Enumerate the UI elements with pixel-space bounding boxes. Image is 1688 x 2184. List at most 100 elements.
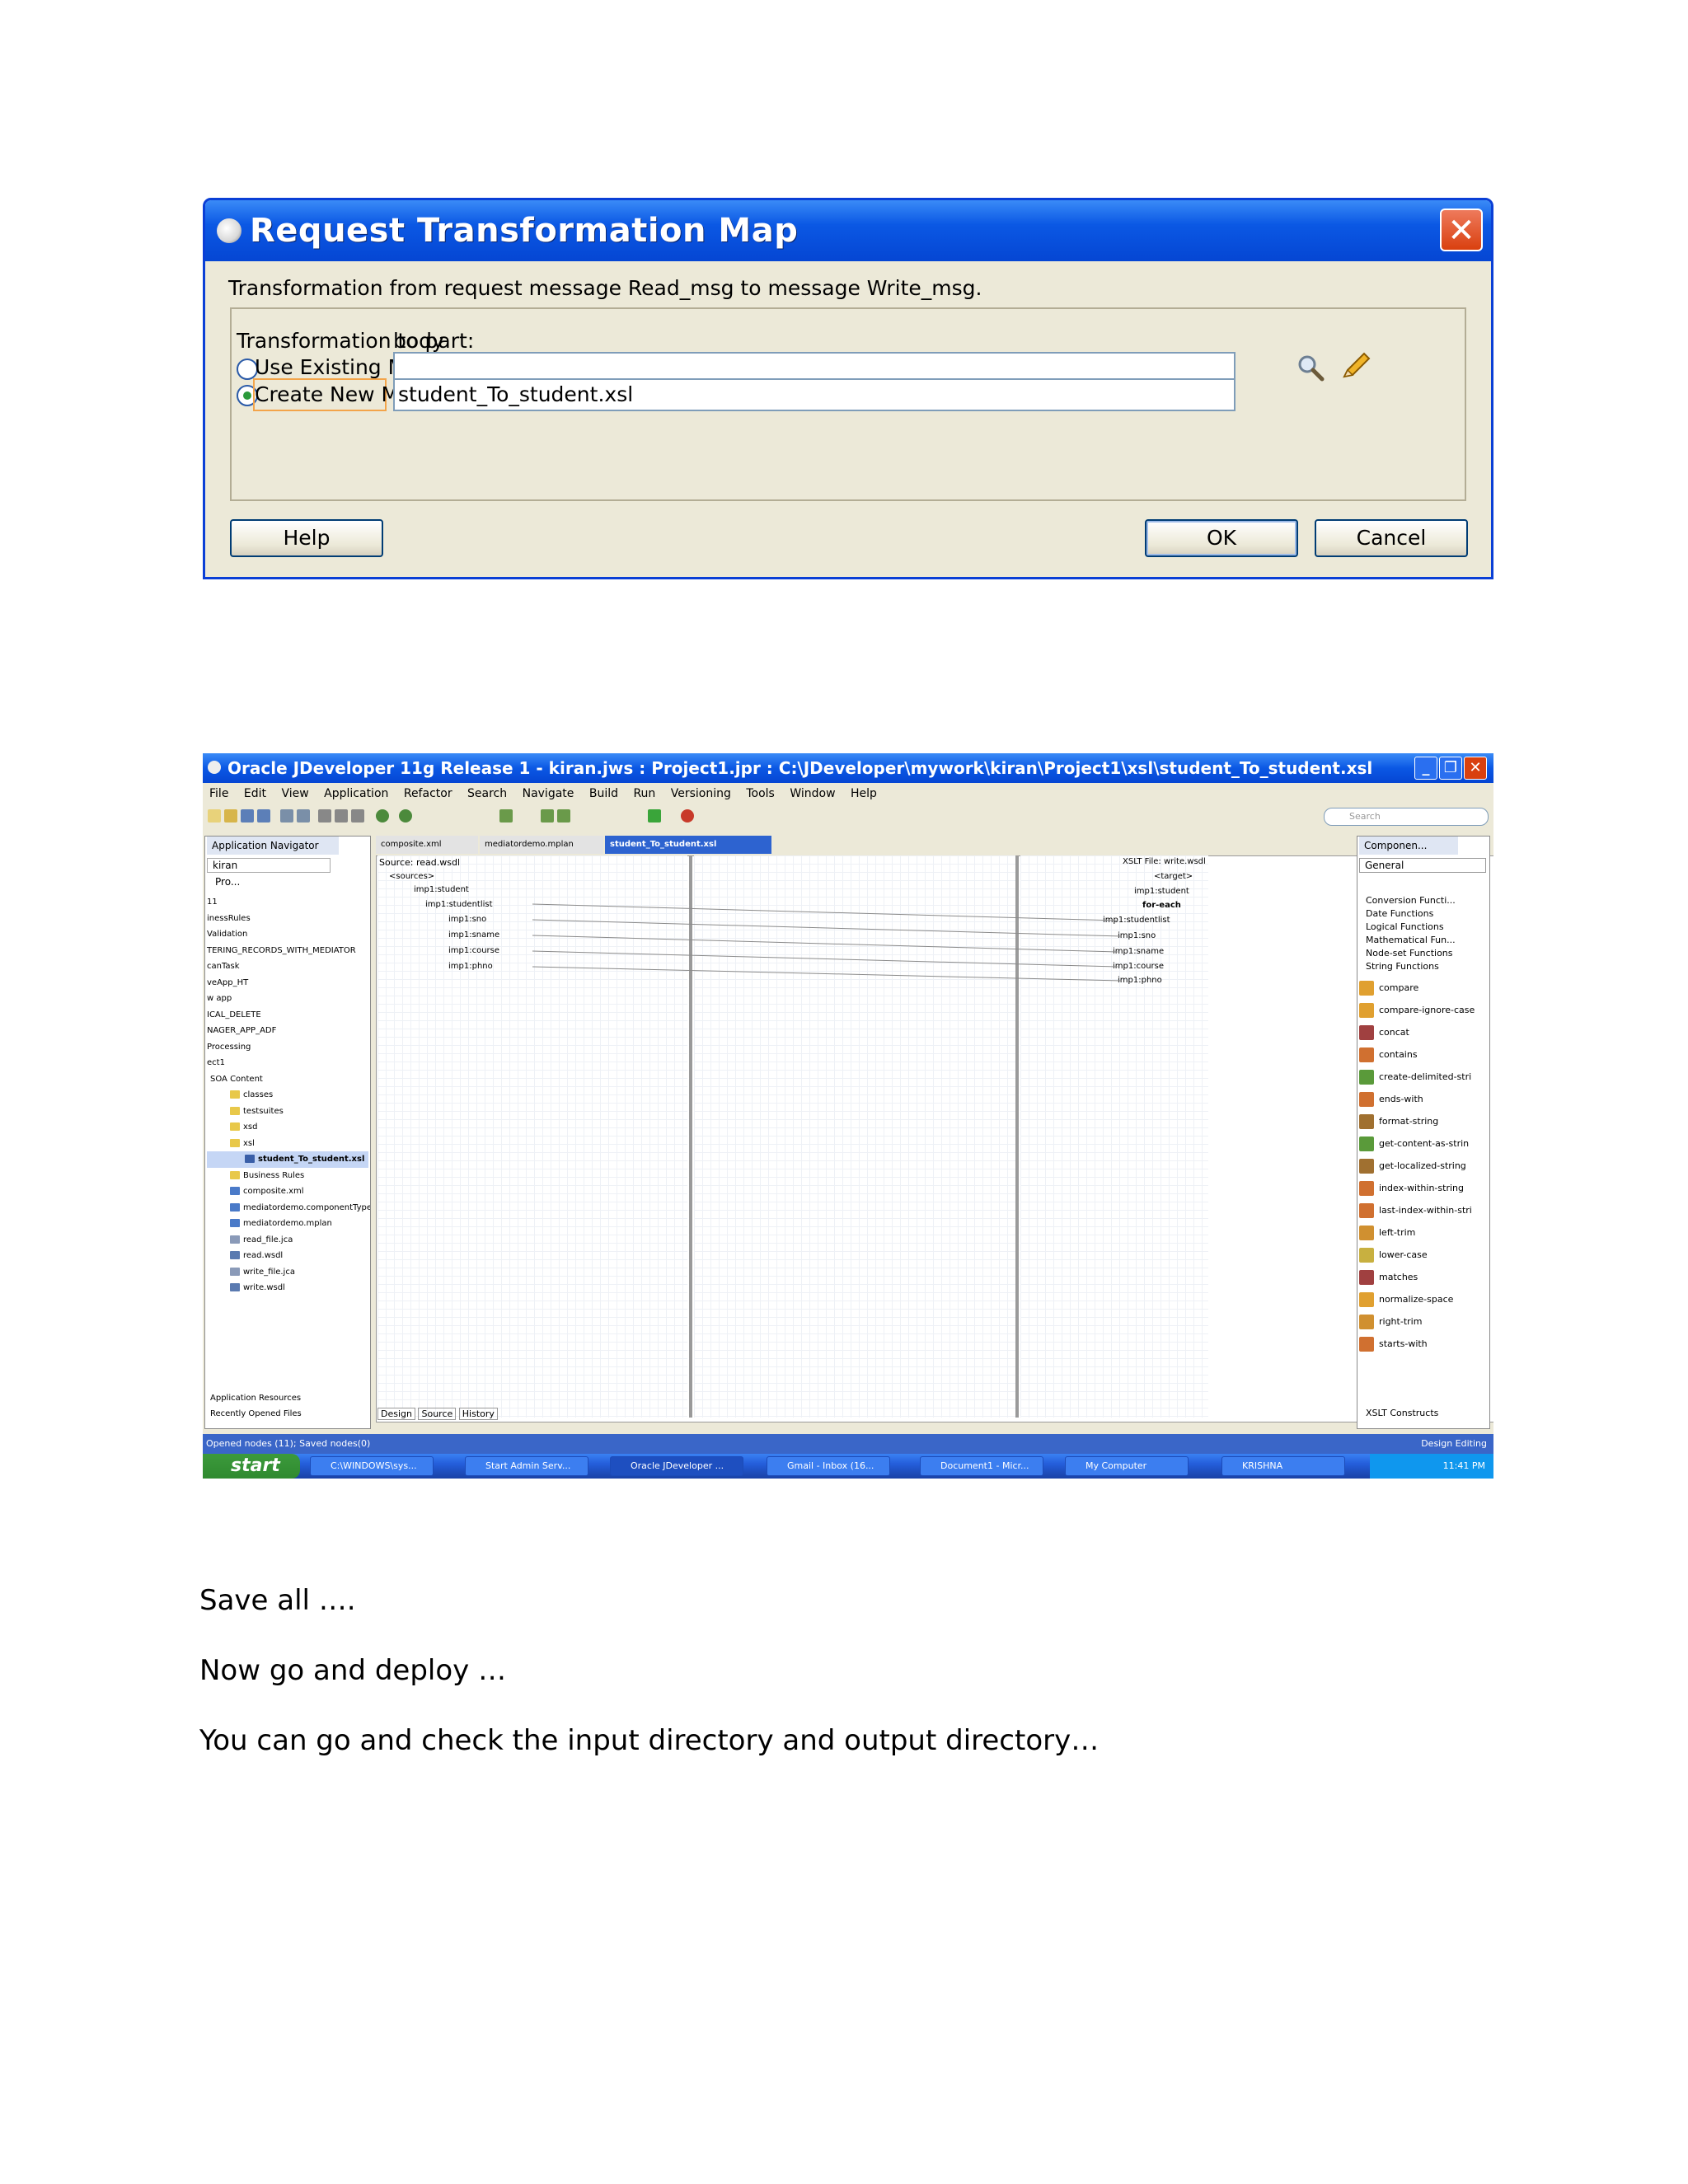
function-left-trim[interactable]: left-trim: [1359, 1221, 1415, 1244]
redo-icon[interactable]: [297, 809, 310, 823]
function-matches[interactable]: matches: [1359, 1266, 1418, 1288]
run-icon[interactable]: [648, 809, 661, 823]
make-icon[interactable]: [541, 809, 554, 823]
palette-dropdown[interactable]: General: [1359, 858, 1486, 873]
mapping-line[interactable]: [532, 903, 1118, 921]
search-icon[interactable]: [1296, 354, 1325, 382]
mapping-line[interactable]: [532, 919, 1123, 937]
tab-source[interactable]: Source: [418, 1408, 457, 1420]
recently-opened-files-panel[interactable]: Recently Opened Files: [210, 1406, 302, 1422]
debug-icon[interactable]: [681, 809, 694, 823]
palette-tab[interactable]: Componen...: [1359, 837, 1458, 855]
function-index-within-string[interactable]: index-within-string: [1359, 1177, 1464, 1199]
tree-folder[interactable]: xsl: [207, 1136, 368, 1152]
function-create-delimited-string[interactable]: create-delimited-stri: [1359, 1066, 1471, 1088]
tree-file[interactable]: composite.xml: [207, 1183, 368, 1200]
category-string[interactable]: String Functions: [1366, 958, 1439, 974]
close-button[interactable]: ✕: [1440, 209, 1483, 251]
taskbar-item[interactable]: My Computer: [1065, 1456, 1189, 1476]
function-last-index-within-string[interactable]: last-index-within-stri: [1359, 1199, 1472, 1221]
tree-file-selected[interactable]: student_To_student.xsl: [207, 1151, 368, 1168]
menu-file[interactable]: File: [209, 787, 228, 800]
function-lower-case[interactable]: lower-case: [1359, 1244, 1428, 1266]
start-button[interactable]: start: [203, 1454, 300, 1479]
new-icon[interactable]: [208, 809, 221, 823]
edit-pencil-icon[interactable]: [1339, 350, 1372, 383]
function-compare-ignore-case[interactable]: compare-ignore-case: [1359, 999, 1475, 1021]
tree-item[interactable]: ICAL_DELETE: [207, 1007, 368, 1024]
navigator-tab[interactable]: Application Navigator: [207, 837, 339, 855]
menu-help[interactable]: Help: [851, 787, 877, 800]
menu-refactor[interactable]: Refactor: [404, 787, 452, 800]
open-icon[interactable]: [224, 809, 237, 823]
cut-icon[interactable]: [318, 809, 331, 823]
menu-search[interactable]: Search: [467, 787, 507, 800]
tab-history[interactable]: History: [458, 1408, 498, 1420]
build-icon[interactable]: [499, 809, 513, 823]
minimize-button[interactable]: _: [1414, 757, 1437, 780]
function-format-string[interactable]: format-string: [1359, 1110, 1438, 1132]
function-concat[interactable]: concat: [1359, 1021, 1409, 1043]
tree-item[interactable]: Validation: [207, 926, 368, 943]
paste-icon[interactable]: [351, 809, 364, 823]
save-all-icon[interactable]: [257, 809, 270, 823]
projects-panel-header[interactable]: Pro...: [210, 874, 276, 889]
mapping-line[interactable]: [532, 950, 1118, 968]
taskbar-item[interactable]: Gmail - Inbox (16...: [767, 1456, 890, 1476]
tree-item[interactable]: inessRules: [207, 911, 368, 927]
menu-navigate[interactable]: Navigate: [523, 787, 574, 800]
forward-icon[interactable]: [399, 809, 412, 823]
taskbar-item[interactable]: C:\WINDOWS\sys...: [310, 1456, 434, 1476]
function-starts-with[interactable]: starts-with: [1359, 1333, 1428, 1355]
tree-file[interactable]: write_file.jca: [207, 1264, 368, 1281]
function-normalize-space[interactable]: normalize-space: [1359, 1288, 1453, 1310]
tree-file[interactable]: write.wsdl: [207, 1280, 368, 1296]
mapping-line[interactable]: [532, 966, 1123, 982]
menu-versioning[interactable]: Versioning: [671, 787, 731, 800]
tree-item[interactable]: veApp_HT: [207, 975, 368, 991]
ok-button[interactable]: OK: [1145, 519, 1298, 557]
taskbar-item[interactable]: Document1 - Micr...: [920, 1456, 1043, 1476]
function-get-content-as-string[interactable]: get-content-as-strin: [1359, 1132, 1469, 1155]
tree-item[interactable]: TERING_RECORDS_WITH_MEDIATOR: [207, 943, 368, 959]
tree-folder[interactable]: xsd: [207, 1119, 368, 1136]
tab-mediatordemo-mplan[interactable]: mediatordemo.mplan: [480, 836, 603, 854]
back-icon[interactable]: [376, 809, 389, 823]
function-right-trim[interactable]: right-trim: [1359, 1310, 1422, 1333]
maximize-button[interactable]: ❐: [1439, 757, 1462, 780]
tree-folder[interactable]: testsuites: [207, 1104, 368, 1120]
undo-icon[interactable]: [280, 809, 293, 823]
tree-folder[interactable]: classes: [207, 1087, 368, 1104]
application-selector[interactable]: kiran: [207, 858, 331, 873]
menu-build[interactable]: Build: [589, 787, 618, 800]
copy-icon[interactable]: [335, 809, 348, 823]
cancel-button[interactable]: Cancel: [1315, 519, 1468, 557]
tree-item[interactable]: canTask: [207, 958, 368, 975]
tree-item[interactable]: NAGER_APP_ADF: [207, 1023, 368, 1039]
menu-application[interactable]: Application: [324, 787, 388, 800]
application-resources-panel[interactable]: Application Resources: [210, 1390, 302, 1406]
function-ends-with[interactable]: ends-with: [1359, 1088, 1423, 1110]
tree-item[interactable]: Processing: [207, 1039, 368, 1056]
menu-window[interactable]: Window: [790, 787, 835, 800]
ide-search-input[interactable]: Search: [1324, 808, 1489, 826]
taskbar-item-active[interactable]: Oracle JDeveloper ...: [610, 1456, 743, 1476]
taskbar-item[interactable]: Start Admin Serv...: [465, 1456, 588, 1476]
dialog-title-bar[interactable]: Request Transformation Map: [205, 200, 1491, 261]
save-icon[interactable]: [241, 809, 254, 823]
function-get-localized-string[interactable]: get-localized-string: [1359, 1155, 1466, 1177]
tree-file[interactable]: read.wsdl: [207, 1248, 368, 1264]
new-mapper-file-input[interactable]: student_To_student.xsl: [393, 378, 1236, 411]
help-button[interactable]: Help: [230, 519, 383, 557]
tree-file[interactable]: mediatordemo.componentType: [207, 1200, 370, 1216]
window-close-button[interactable]: ✕: [1464, 757, 1487, 780]
function-compare[interactable]: compare: [1359, 977, 1418, 999]
tree-item[interactable]: ect1: [207, 1055, 368, 1071]
rebuild-icon[interactable]: [557, 809, 570, 823]
tree-file[interactable]: read_file.jca: [207, 1232, 368, 1249]
tree-item[interactable]: 11: [207, 894, 368, 911]
ide-title-bar[interactable]: Oracle JDeveloper 11g Release 1 - kiran.…: [203, 753, 1493, 783]
menu-run[interactable]: Run: [633, 787, 655, 800]
tree-file[interactable]: mediatordemo.mplan: [207, 1216, 368, 1232]
tree-folder[interactable]: Business Rules: [207, 1168, 368, 1184]
